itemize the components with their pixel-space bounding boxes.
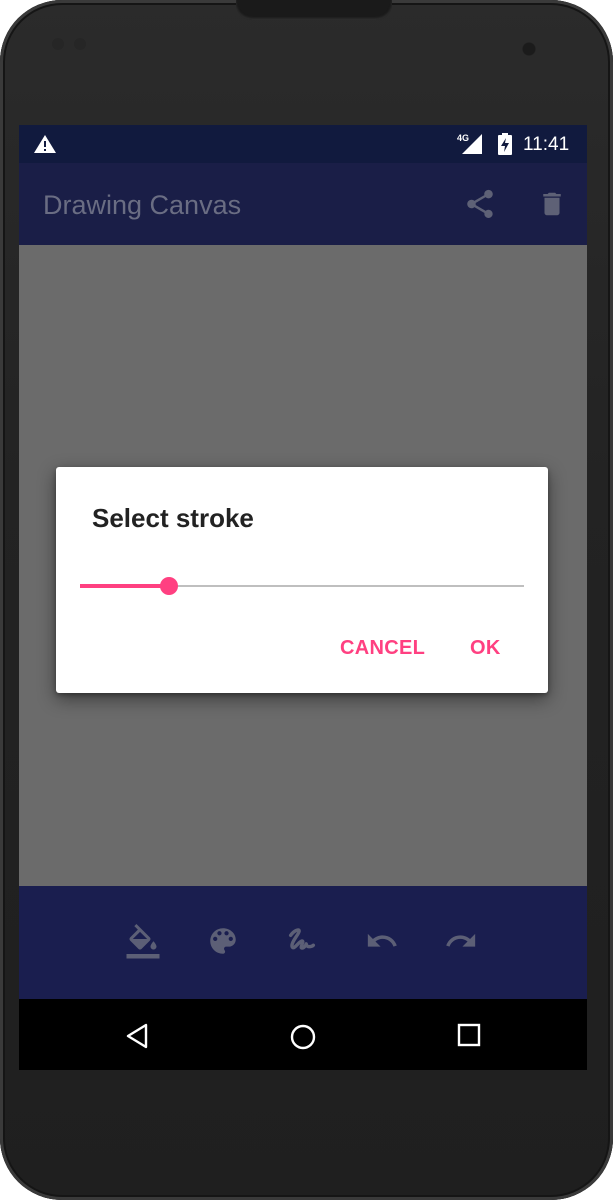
undo-icon[interactable] [364, 924, 400, 958]
battery-charging-icon [498, 133, 512, 155]
earpiece-speaker [236, 0, 392, 20]
cancel-button[interactable]: CANCEL [340, 637, 425, 660]
front-camera [516, 36, 542, 62]
app-title: Drawing Canvas [43, 190, 242, 220]
slider-fill [80, 584, 169, 588]
home-icon[interactable] [289, 1023, 317, 1051]
signal-icon: 4G [457, 133, 482, 154]
status-bar: 4G 11:41 [19, 125, 587, 163]
system-nav-bar [19, 999, 587, 1070]
app-toolbar: Drawing Canvas [19, 163, 587, 245]
slider-thumb[interactable] [160, 577, 178, 595]
delete-icon[interactable] [537, 188, 567, 220]
ok-button[interactable]: OK [470, 637, 501, 660]
bottom-toolbar [19, 886, 587, 999]
warning-icon [34, 135, 56, 153]
recents-icon[interactable] [457, 1023, 481, 1047]
back-icon[interactable] [125, 1023, 149, 1049]
select-stroke-dialog: Select stroke CANCEL OK [56, 467, 548, 693]
dialog-title: Select stroke [92, 503, 254, 533]
light-sensor [74, 38, 86, 50]
stroke-icon[interactable] [285, 924, 319, 958]
fill-color-icon[interactable] [125, 924, 161, 960]
phone-frame: 4G 11:41 Drawing Canvas Select stroke CA… [0, 0, 613, 1200]
palette-icon[interactable] [206, 924, 240, 958]
network-type: 4G [457, 133, 469, 143]
share-icon[interactable] [463, 187, 497, 221]
redo-icon[interactable] [443, 924, 479, 958]
status-time: 11:41 [523, 134, 570, 155]
stroke-width-slider[interactable] [80, 575, 524, 599]
proximity-sensor [52, 38, 64, 50]
